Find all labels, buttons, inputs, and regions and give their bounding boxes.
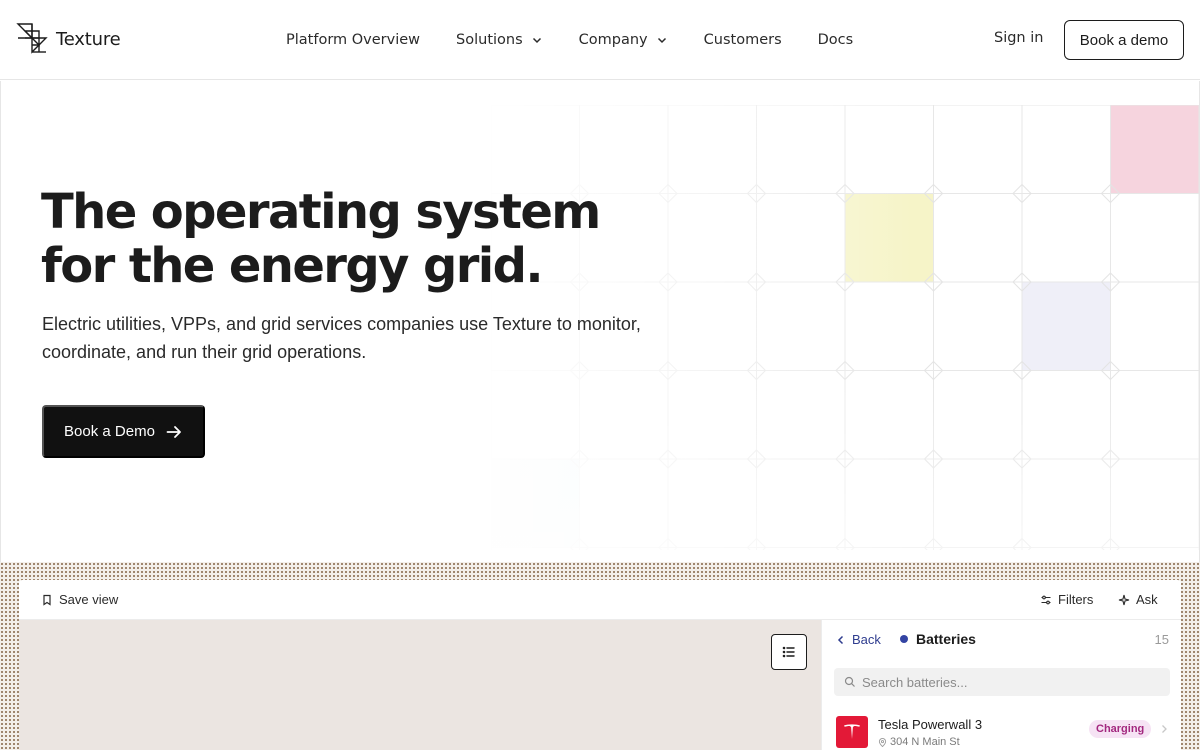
panel-title-text: Batteries	[916, 631, 976, 647]
hero-title: The operating system for the energy grid…	[41, 185, 661, 293]
battery-name: Tesla Powerwall 3	[878, 717, 983, 732]
filters-button[interactable]: Filters	[1040, 592, 1093, 607]
texture-logo-icon	[16, 23, 48, 54]
grid-highlight-cell	[1022, 282, 1111, 371]
nav-label: Solutions	[456, 32, 523, 48]
chevron-right-icon	[1162, 725, 1167, 733]
battery-address-text: 304 N Main St	[890, 736, 960, 748]
sparkle-icon	[1118, 594, 1130, 605]
nav-platform-overview[interactable]: Platform Overview	[286, 32, 420, 48]
battery-count: 15	[1154, 632, 1169, 647]
main-nav: Platform Overview Solutions Company Cust…	[286, 0, 853, 80]
nav-customers[interactable]: Customers	[704, 32, 782, 48]
filters-label: Filters	[1058, 592, 1094, 607]
ask-label: Ask	[1136, 592, 1158, 607]
app-toolbar: Save view Filters Ask	[19, 580, 1181, 620]
grid-highlight-cell	[845, 193, 934, 282]
chevron-left-icon	[837, 635, 844, 644]
logo-link[interactable]: Texture	[16, 22, 121, 56]
status-badge: Charging	[1089, 720, 1152, 738]
list-item[interactable]: Tesla Powerwall 3 304 N Main St Charging	[834, 714, 1170, 750]
battery-address: 304 N Main St	[878, 736, 960, 748]
product-preview-app: Save view Filters Ask Back Batteries 15	[19, 580, 1181, 750]
nav-label: Docs	[817, 32, 854, 48]
chevron-down-icon	[532, 37, 541, 44]
category-dot	[900, 635, 908, 643]
map-view[interactable]	[19, 620, 821, 750]
batteries-panel: Back Batteries 15 Tesla Powerwall 3 304 …	[821, 620, 1181, 750]
search-icon	[844, 676, 855, 687]
nav-docs[interactable]: Docs	[818, 32, 854, 48]
panel-title: Batteries	[900, 631, 976, 647]
list-icon	[782, 646, 795, 658]
sign-in-link[interactable]: Sign in	[994, 30, 1043, 46]
save-view-label: Save view	[59, 592, 119, 607]
search-input[interactable]	[862, 674, 1162, 690]
hero-book-demo-button[interactable]: Book a Demo	[42, 405, 205, 458]
site-header: Texture Platform Overview Solutions Comp…	[0, 0, 1200, 80]
nav-solutions[interactable]: Solutions	[456, 32, 543, 48]
grid-highlight-cell	[491, 459, 580, 548]
hero-title-line-2: for the energy grid.	[41, 238, 544, 294]
location-pin-icon	[878, 737, 887, 747]
nav-company[interactable]: Company	[579, 32, 668, 48]
hero-subtitle: Electric utilities, VPPs, and grid servi…	[42, 314, 641, 362]
back-button[interactable]: Back	[836, 632, 881, 647]
logo-text: Texture	[56, 28, 121, 50]
back-label: Back	[852, 632, 881, 647]
grid-highlight-cell	[1110, 105, 1199, 194]
save-view-button[interactable]: Save view	[41, 592, 118, 607]
sliders-icon	[1041, 595, 1051, 604]
battery-search	[834, 668, 1170, 696]
arrow-right-icon	[166, 425, 181, 438]
hero-title-line-1: The operating system	[41, 184, 601, 240]
hero-section: The operating system for the energy grid…	[0, 81, 1200, 562]
ask-button[interactable]: Ask	[1118, 592, 1158, 607]
list-view-toggle[interactable]	[771, 634, 807, 670]
nav-label: Company	[578, 32, 648, 48]
book-demo-button[interactable]: Book a demo	[1064, 20, 1184, 60]
bookmark-icon	[43, 594, 51, 606]
tesla-logo-icon	[836, 716, 868, 748]
nav-label: Customers	[703, 32, 782, 48]
nav-label: Platform Overview	[286, 32, 421, 48]
chevron-down-icon	[657, 37, 666, 44]
hero-cta-label: Book a Demo	[64, 423, 155, 440]
